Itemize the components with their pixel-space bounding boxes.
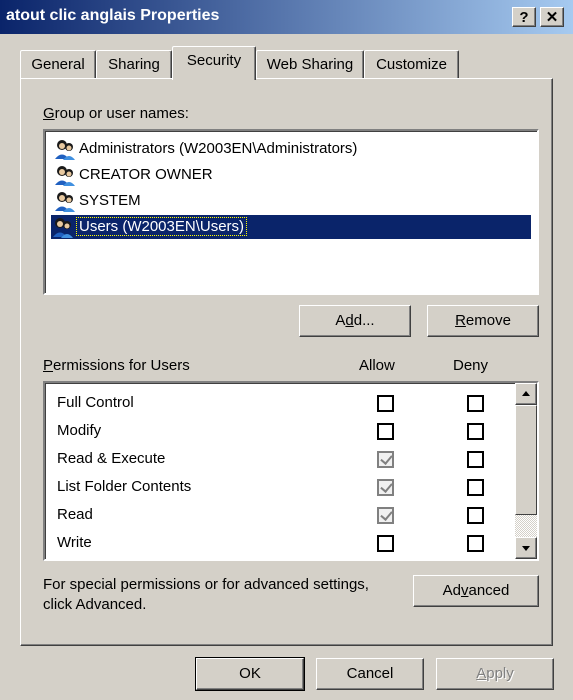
close-button[interactable]: ✕ <box>540 7 564 27</box>
title-bar[interactable]: atout clic anglais Properties ? ✕ <box>0 0 573 34</box>
group-list[interactable]: Administrators (W2003EN\Administrators) … <box>43 129 539 295</box>
permission-name: Read <box>57 506 93 523</box>
table-row: Full Control <box>57 389 507 417</box>
group-names-label: Group or user names: <box>43 105 189 122</box>
permissions-label: Permissions for Users <box>43 357 190 374</box>
ok-button[interactable]: OK <box>195 657 305 691</box>
tab-customize[interactable]: Customize <box>364 50 459 78</box>
scroll-thumb[interactable] <box>515 405 537 515</box>
permission-name: List Folder Contents <box>57 478 192 495</box>
advanced-button[interactable]: Advanced <box>413 575 539 607</box>
deny-checkbox[interactable] <box>467 423 484 440</box>
users-icon <box>53 218 73 239</box>
list-item[interactable]: CREATOR OWNER <box>53 163 213 187</box>
allow-header: Allow <box>359 357 395 374</box>
deny-checkbox[interactable] <box>467 535 484 552</box>
tab-web-sharing[interactable]: Web Sharing <box>256 50 364 78</box>
scroll-up-button[interactable] <box>515 383 537 405</box>
permissions-scrollbar[interactable] <box>515 383 537 559</box>
table-row: Read <box>57 501 507 529</box>
apply-button[interactable]: Apply <box>436 658 554 690</box>
tab-security[interactable]: Security <box>172 46 256 80</box>
arrow-up-icon <box>522 391 530 396</box>
add-button[interactable]: Add... <box>299 305 411 337</box>
permission-name: Modify <box>57 422 102 439</box>
table-row: List Folder Contents <box>57 473 507 501</box>
list-item[interactable]: SYSTEM <box>53 189 141 213</box>
deny-header: Deny <box>453 357 489 374</box>
window-title: atout clic anglais Properties <box>6 7 220 24</box>
scroll-down-button[interactable] <box>515 537 537 559</box>
table-row: Read & Execute <box>57 445 507 473</box>
advanced-help-text: For special permissions or for advanced … <box>43 576 369 613</box>
permission-name: Write <box>57 534 92 551</box>
allow-checkbox[interactable] <box>377 535 394 552</box>
tab-general[interactable]: General <box>20 50 96 78</box>
permissions-list[interactable]: Full Control Modify Read & Execute List … <box>43 381 539 561</box>
allow-checkbox[interactable] <box>377 507 394 524</box>
permission-name: Full Control <box>57 394 134 411</box>
deny-checkbox[interactable] <box>467 451 484 468</box>
arrow-down-icon <box>522 546 530 551</box>
scroll-track[interactable] <box>515 515 537 537</box>
cancel-button[interactable]: Cancel <box>316 658 424 690</box>
remove-button[interactable]: Remove <box>427 305 539 337</box>
allow-checkbox[interactable] <box>377 451 394 468</box>
help-button[interactable]: ? <box>512 7 536 27</box>
properties-dialog: atout clic anglais Properties ? ✕ Genera… <box>0 0 573 700</box>
security-tab-panel: Group or user names: Administrators (W20… <box>20 78 553 646</box>
list-item[interactable]: Users (W2003EN\Users) <box>51 215 531 239</box>
allow-checkbox[interactable] <box>377 423 394 440</box>
table-row: Write <box>57 529 507 557</box>
tab-sharing[interactable]: Sharing <box>96 50 172 78</box>
permission-name: Read & Execute <box>57 450 166 467</box>
list-item[interactable]: Administrators (W2003EN\Administrators) <box>53 137 357 161</box>
allow-checkbox[interactable] <box>377 395 394 412</box>
users-icon <box>55 140 75 161</box>
deny-checkbox[interactable] <box>467 479 484 496</box>
allow-checkbox[interactable] <box>377 479 394 496</box>
users-icon <box>55 192 75 213</box>
deny-checkbox[interactable] <box>467 395 484 412</box>
users-icon <box>55 166 75 187</box>
table-row: Modify <box>57 417 507 445</box>
deny-checkbox[interactable] <box>467 507 484 524</box>
